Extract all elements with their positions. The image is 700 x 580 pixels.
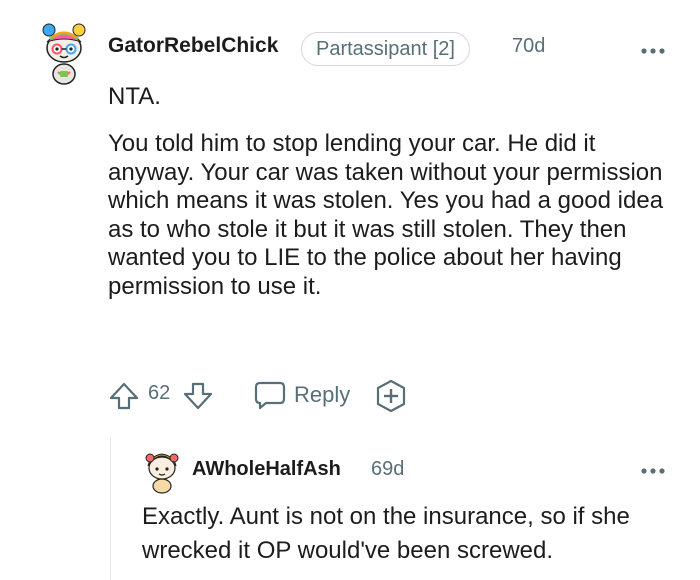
snoo-avatar-icon (42, 23, 86, 85)
award-button[interactable] (374, 378, 408, 414)
more-options-icon (641, 468, 665, 474)
speech-bubble-icon (254, 380, 286, 410)
reply-more-options-button[interactable] (640, 462, 666, 474)
reply-button[interactable]: Reply (254, 376, 364, 416)
comment-action-bar: 62 Reply (108, 376, 428, 416)
upvote-arrow-icon (109, 382, 139, 410)
award-plus-icon (376, 379, 406, 413)
downvote-button[interactable] (182, 380, 214, 412)
reply-avatar[interactable] (142, 444, 182, 494)
user-flair-badge: Partassipant [2] (301, 32, 470, 66)
comment-body-paragraph: You told him to stop lending your car. H… (108, 130, 664, 300)
downvote-arrow-icon (183, 382, 213, 410)
comment-username[interactable]: GatorRebelChick (108, 34, 278, 58)
upvote-button[interactable] (108, 380, 140, 412)
snoo-avatar-icon (145, 453, 179, 494)
more-options-icon (641, 48, 665, 54)
thread-line[interactable] (110, 438, 111, 580)
more-options-button[interactable] (640, 42, 666, 54)
reply-username[interactable]: AWholeHalfAsh (192, 458, 341, 481)
reply-button-label: Reply (294, 382, 351, 407)
reply-age[interactable]: 69d (371, 458, 404, 481)
reply-body-text: Exactly. Aunt is not on the insurance, s… (142, 503, 630, 564)
comment-age[interactable]: 70d (512, 35, 545, 58)
vote-count: 62 (148, 382, 171, 404)
comment-body-paragraph: NTA. (108, 83, 161, 110)
commenter-avatar[interactable] (36, 16, 92, 86)
